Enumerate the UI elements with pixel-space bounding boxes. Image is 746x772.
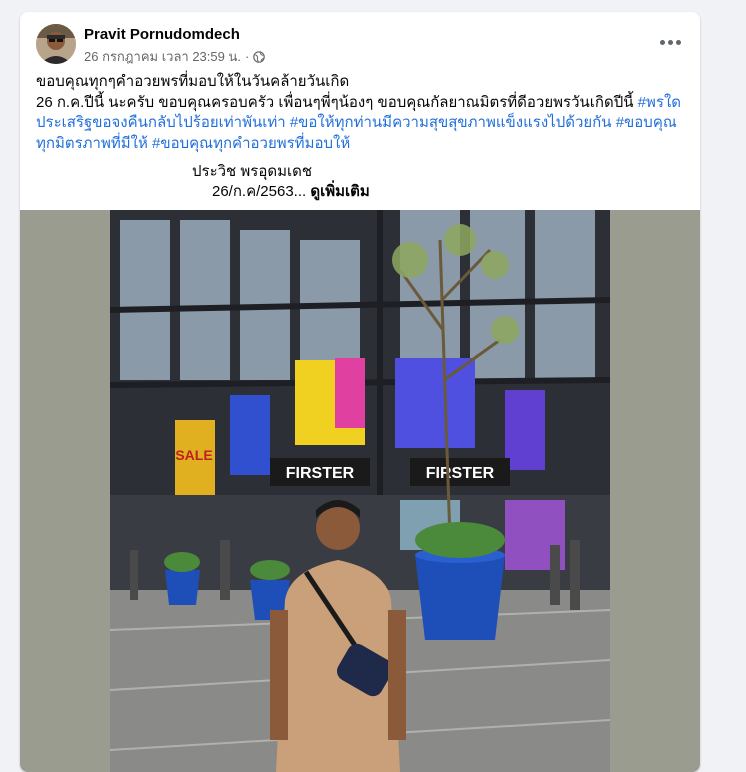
hashtag-link[interactable]: #ขอบคุณทุกคำอวยพรที่มอบให้ xyxy=(152,135,350,152)
signature-name: ประวิช พรอุดมเดช xyxy=(192,163,313,180)
photo-image: FIRSTER FIRSTER SALE xyxy=(110,210,610,772)
post-text: ขอบคุณทุกๆคำอวยพรที่มอบให้ในวันคล้ายวันเ… xyxy=(36,72,686,154)
post-line-2-text: 26 ก.ค.ปีนี้ นะครับ ขอบคุณครอบครัว เพื่อ… xyxy=(36,93,638,111)
more-options-button[interactable] xyxy=(652,30,688,54)
see-more-link[interactable]: ดูเพิ่มเติม xyxy=(310,183,369,200)
meta-separator: · xyxy=(244,49,250,64)
signature-date: 26/ก.ค/2563... xyxy=(212,183,307,200)
globe-icon[interactable] xyxy=(253,50,266,63)
avatar-image xyxy=(36,24,76,64)
post-line-1: ขอบคุณทุกๆคำอวยพรที่มอบให้ในวันคล้ายวันเ… xyxy=(36,73,350,90)
sale-sign: SALE xyxy=(175,447,212,463)
post-meta: 26 กรกฎาคม เวลา 23:59 น. · xyxy=(84,46,266,67)
post-card: Pravit Pornudomdech 26 กรกฎาคม เวลา 23:5… xyxy=(20,12,700,772)
author-avatar[interactable] xyxy=(36,24,76,64)
post-signature: ประวิช พรอุดมเดช 26/ก.ค/2563... ดูเพิ่มเ… xyxy=(192,162,370,202)
store-sign: FIRSTER xyxy=(286,465,355,482)
post-timestamp[interactable]: 26 กรกฎาคม เวลา 23:59 น. xyxy=(84,46,241,67)
more-options-icon xyxy=(659,39,665,45)
hashtag-link[interactable]: #ขอให้ทุกท่านมีความสุขสุขภาพแข็งแรงไปด้ว… xyxy=(290,114,612,131)
author-name[interactable]: Pravit Pornudomdech xyxy=(84,26,240,43)
post-photo[interactable]: FIRSTER FIRSTER SALE xyxy=(110,210,610,772)
post-media[interactable]: FIRSTER FIRSTER SALE xyxy=(20,210,700,772)
store-sign: FIRSTER xyxy=(426,465,495,482)
post-line-2: 26 ก.ค.ปีนี้ นะครับ ขอบคุณครอบครัว เพื่อ… xyxy=(36,93,686,155)
